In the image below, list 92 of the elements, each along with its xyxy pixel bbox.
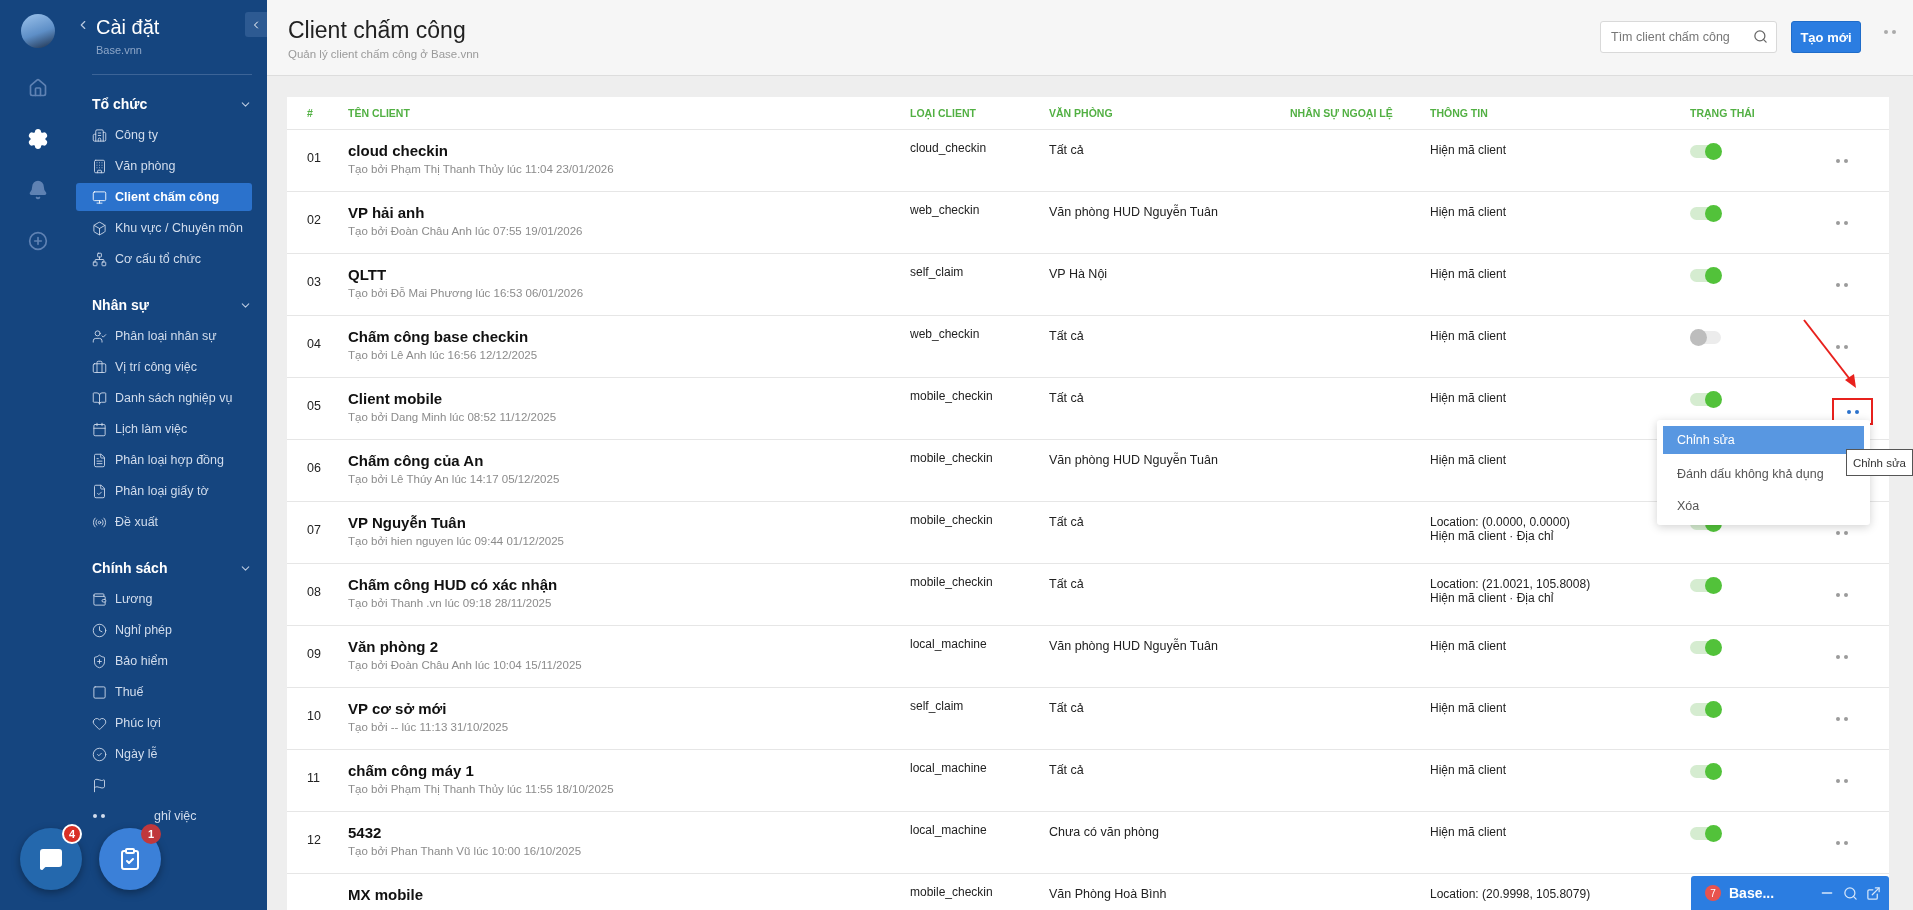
column-header: VĂN PHÒNG bbox=[1049, 107, 1114, 119]
office-cell-text: Tất cả bbox=[1049, 576, 1085, 593]
client-type: mobile_checkin bbox=[910, 388, 994, 405]
created-info: Tạo bởi Đoàn Châu Anh lúc 07:55 19/01/2026 bbox=[348, 225, 584, 237]
office-cell-text: Văn phòng HUD Nguyễn Tuân bbox=[1049, 203, 1219, 221]
info-line: Location: (20.9998, 105.8079) bbox=[1430, 887, 1592, 901]
office-cell-text: Tất cả bbox=[1049, 514, 1085, 531]
office-cell-text: Văn phòng HUD Nguyễn Tuân bbox=[1049, 451, 1219, 469]
row-number: 10 bbox=[307, 708, 322, 723]
created-info: Tạo bởi hien nguyen lúc 09:44 01/12/2025 bbox=[348, 535, 565, 547]
client-type: mobile_checkin bbox=[910, 574, 994, 591]
column-header: NHÂN SỰ NGOẠI LỆ bbox=[1290, 107, 1394, 119]
column-header: TRẠNG THÁI bbox=[1690, 107, 1756, 119]
chat-title: Base... bbox=[1729, 885, 1776, 901]
client-name: Chấm công HUD có xác nhận bbox=[348, 576, 559, 593]
row-number: 05 bbox=[307, 398, 322, 413]
column-header: # bbox=[307, 107, 314, 119]
info-line: Hiện mã client bbox=[1430, 453, 1508, 467]
client-name: VP Nguyễn Tuân bbox=[348, 514, 467, 531]
client-name: VP hải anh bbox=[348, 204, 426, 221]
client-type: web_checkin bbox=[910, 202, 981, 219]
client-type: mobile_checkin bbox=[910, 512, 994, 529]
office-cell-text: Chưa có văn phòng bbox=[1049, 824, 1160, 841]
office-cell-text: Văn phòng HUD Nguyễn Tuân bbox=[1049, 637, 1219, 655]
row-number: 03 bbox=[307, 274, 322, 289]
row-number: 09 bbox=[307, 646, 322, 661]
client-name: QLTT bbox=[348, 266, 388, 283]
info-line: Hiện mã client bbox=[1430, 825, 1508, 839]
sidebar-subtitle: Base.vnn bbox=[96, 44, 143, 56]
created-info: Tạo bởi Thanh .vn lúc 09:18 28/11/2025 bbox=[348, 597, 553, 609]
office-cell-text: Tất cả bbox=[1049, 142, 1085, 159]
client-type: mobile_checkin bbox=[910, 884, 994, 901]
tooltip: Chỉnh sửa bbox=[1845, 449, 1913, 476]
client-type: mobile_checkin bbox=[910, 450, 994, 467]
client-name: VP cơ sở mới bbox=[348, 700, 448, 717]
office-cell-text: Tất cả bbox=[1049, 762, 1085, 779]
page-title: Client chấm công bbox=[288, 16, 467, 44]
created-info: Tạo bởi Lê Anh lúc 16:56 12/12/2025 bbox=[348, 349, 539, 361]
unread-badge: 7 bbox=[1705, 885, 1721, 901]
row-number: 04 bbox=[307, 336, 322, 351]
client-type: local_machine bbox=[910, 636, 988, 653]
client-name: MX mobile bbox=[348, 886, 424, 903]
created-info: Tạo bởi Phan Thanh Vũ lúc 10:00 16/10/2025 bbox=[348, 845, 583, 857]
info-line: Hiện mã client bbox=[1430, 205, 1508, 219]
client-name: cloud checkin bbox=[348, 142, 450, 159]
row-number: 06 bbox=[307, 460, 322, 475]
created-info: Tạo bởi Đỗ Mai Phương lúc 16:53 06/01/2026 bbox=[348, 287, 585, 299]
row-number: 12 bbox=[307, 832, 322, 847]
info-line: Hiện mã client bbox=[1430, 701, 1508, 715]
client-type: web_checkin bbox=[910, 326, 981, 343]
client-name: Chấm công của An bbox=[348, 452, 485, 469]
created-info: Tạo bởi -- lúc 11:13 31/10/2025 bbox=[348, 721, 510, 733]
row-number: 08 bbox=[307, 584, 322, 599]
created-info: Tạo bởi Dang Minh lúc 08:52 11/12/2025 bbox=[348, 411, 558, 423]
page-subtitle: Quản lý client chấm công ở Base.vnn bbox=[288, 48, 480, 60]
client-type: self_claim bbox=[910, 698, 965, 715]
office-cell-text: Văn Phòng Hoà Bình bbox=[1049, 886, 1168, 903]
info-line: Hiện mã client · Địa chỉ bbox=[1430, 591, 1555, 605]
info-line: Hiện mã client bbox=[1430, 639, 1508, 653]
office-cell-text: Tất cả bbox=[1049, 390, 1085, 407]
client-name: Văn phòng 2 bbox=[348, 638, 439, 655]
client-name: 5432 bbox=[348, 824, 383, 841]
client-type: local_machine bbox=[910, 822, 988, 839]
client-name: Client mobile bbox=[348, 390, 444, 407]
client-name: Chấm công base checkin bbox=[348, 328, 530, 345]
created-info: Tạo bởi Phạm Thị Thanh Thủy lúc 11:04 23/01/2026 bbox=[348, 163, 615, 175]
row-number: 07 bbox=[307, 522, 322, 537]
created-info: Tạo bởi Lê Thúy An lúc 14:17 05/12/2025 bbox=[348, 473, 561, 485]
row-number: 01 bbox=[307, 150, 322, 165]
sidebar-title: Cài đặt bbox=[96, 15, 160, 40]
column-header: TÊN CLIENT bbox=[348, 107, 411, 119]
info-line: Location: (21.0021, 105.8008) bbox=[1430, 577, 1592, 591]
column-header: THÔNG TIN bbox=[1430, 107, 1489, 119]
client-type: local_machine bbox=[910, 760, 988, 777]
info-line: Hiện mã client bbox=[1430, 143, 1508, 157]
office-cell-text: Tất cả bbox=[1049, 328, 1085, 345]
column-header: LOẠI CLIENT bbox=[910, 107, 977, 119]
created-info: Tạo bởi Phạm Thị Thanh Thủy lúc 11:55 18/10/2025 bbox=[348, 783, 615, 795]
created-info: Tạo bởi Đoàn Châu Anh lúc 10:04 15/11/2025 bbox=[348, 659, 583, 671]
row-number: 02 bbox=[307, 212, 322, 227]
info-line: Hiện mã client bbox=[1430, 329, 1508, 343]
info-line: Hiện mã client bbox=[1430, 763, 1508, 777]
client-type: self_claim bbox=[910, 264, 965, 281]
info-line: Location: (0.0000, 0.0000) bbox=[1430, 515, 1572, 529]
client-type: cloud_checkin bbox=[910, 140, 988, 157]
info-line: Hiện mã client bbox=[1430, 267, 1508, 281]
row-number: 11 bbox=[307, 770, 321, 785]
office-cell-text: Tất cả bbox=[1049, 700, 1085, 717]
info-line: Hiện mã client bbox=[1430, 391, 1508, 405]
client-name: chấm công máy 1 bbox=[348, 762, 475, 779]
office-cell-text: VP Hà Nội bbox=[1049, 266, 1109, 283]
info-line: Hiện mã client · Địa chỉ bbox=[1430, 529, 1555, 543]
